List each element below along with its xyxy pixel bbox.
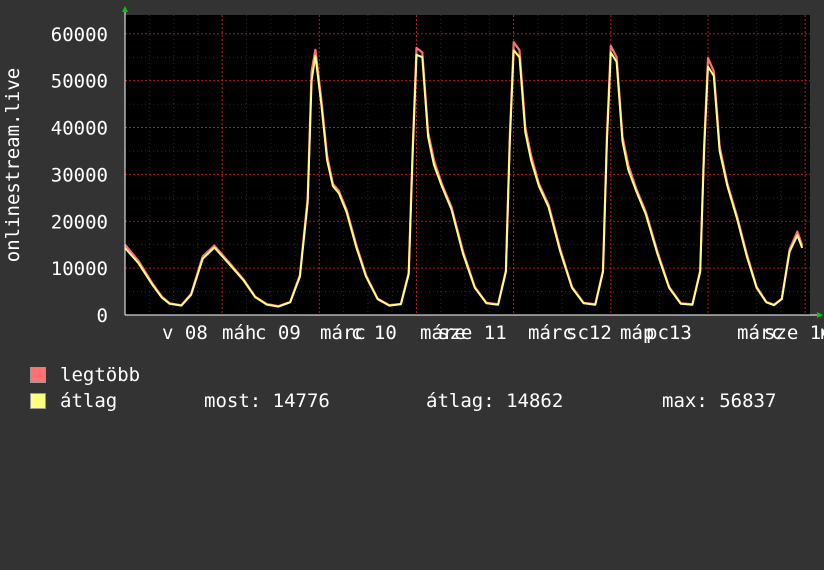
x-tick-label: r (818, 322, 824, 344)
x-tick-label: c 09 (255, 322, 301, 344)
x-tick-label: sc12 (566, 322, 612, 344)
x-tick-label: c 10 (351, 322, 397, 344)
legend: legtöbb átlag most: 14776 átlag: 14862 m… (30, 362, 776, 414)
legend-swatch-max (30, 367, 46, 383)
y-tick-label: 30000 (51, 164, 108, 186)
legend-swatch-avg (30, 393, 46, 409)
y-tick-label: 40000 (51, 118, 108, 140)
y-tick-label: 20000 (51, 211, 108, 233)
legend-label-avg: átlag (60, 390, 118, 412)
x-tick-label: máh (222, 322, 256, 344)
stat-avg: átlag: 14862 (426, 390, 564, 412)
stat-now: most: 14776 (204, 390, 330, 412)
x-tick-label: v 08 (162, 322, 208, 344)
stat-max: max: 56837 (662, 390, 777, 412)
y-tick-label: 10000 (51, 258, 108, 280)
x-tick-label: pc13 (646, 322, 692, 344)
chart: 6000050000400003000020000100000 v 08 máhc… (0, 0, 824, 350)
y-tick-label: 0 (97, 305, 108, 327)
legend-row-avg: átlag most: 14776 átlag: 14862 max: 5683… (30, 388, 776, 414)
y-tick-label: 50000 (51, 71, 108, 93)
y-tick-label: 60000 (51, 24, 108, 46)
x-tick-label: sze 11 (438, 322, 507, 344)
legend-row-max: legtöbb (30, 362, 140, 388)
y-axis-label: onlinestream.live (2, 68, 24, 262)
legend-label-max: legtöbb (60, 364, 141, 386)
x-tick-label: sze 14 (764, 322, 824, 344)
